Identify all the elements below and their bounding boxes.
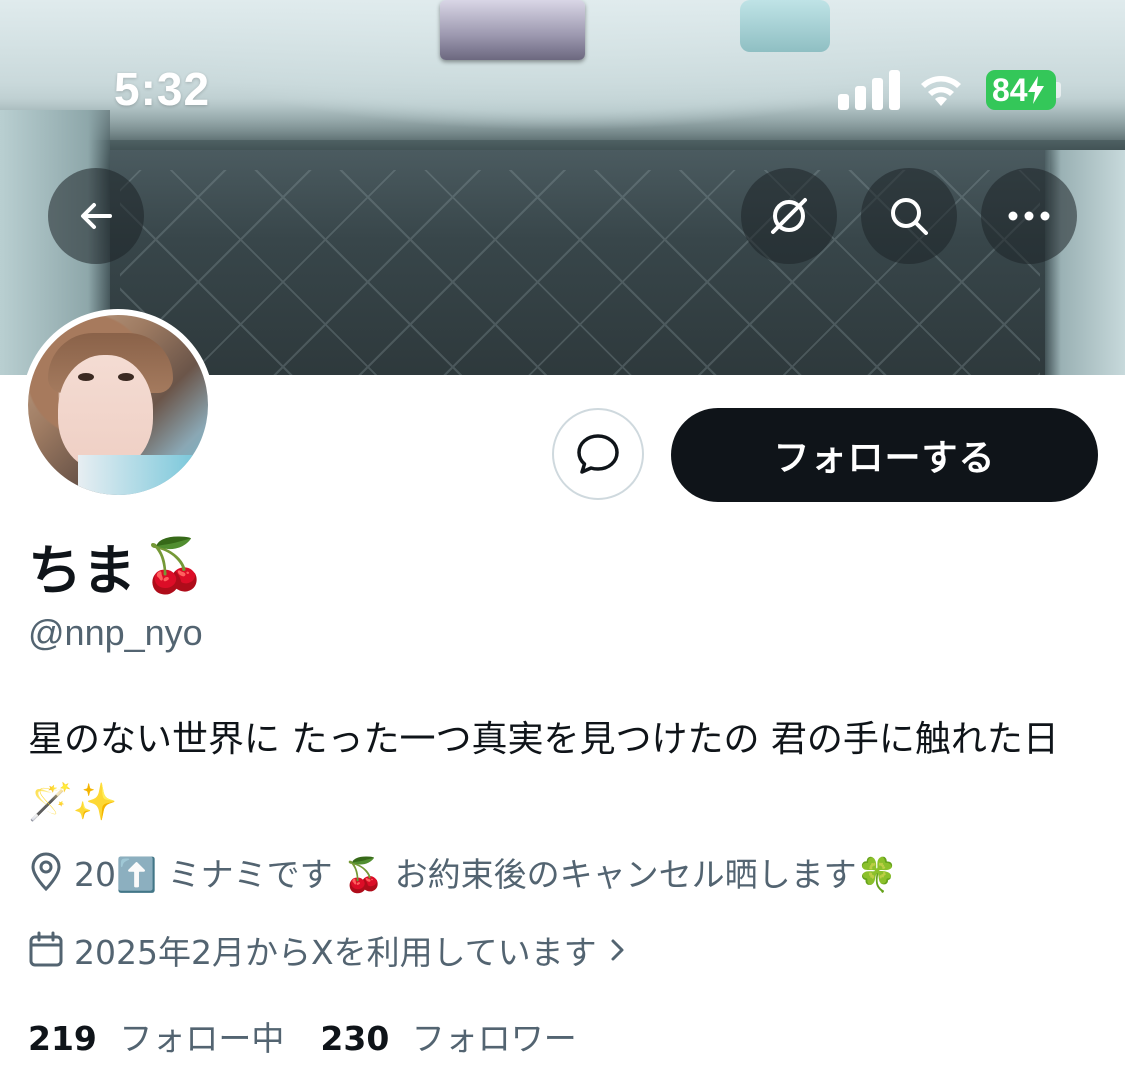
- back-button[interactable]: [48, 168, 144, 264]
- following-label: フォロー中: [119, 1019, 285, 1058]
- message-button[interactable]: [552, 408, 644, 500]
- search-icon: [891, 198, 928, 235]
- battery-cap: [1056, 82, 1061, 98]
- avatar[interactable]: [22, 309, 214, 501]
- avatar-eye-right: [118, 373, 134, 381]
- cherry-icon: 🍒: [142, 535, 207, 596]
- message-bubble-icon: [577, 434, 619, 474]
- avatar-eye-left: [78, 373, 94, 381]
- joined-text: 2025年2月からXを利用しています: [74, 933, 597, 972]
- display-name: ちま: [28, 539, 136, 602]
- location-text: 20⬆️ ミナミです 🍒 お約束後のキャンセル晒します🍀: [74, 855, 898, 894]
- chevron-right-icon: [611, 939, 624, 961]
- cellular-signal-icon: [838, 70, 900, 110]
- display-name-row: ちま 🍒: [28, 526, 207, 605]
- location-pin-icon: [31, 852, 61, 892]
- battery-level: 84: [992, 72, 1028, 108]
- followers-link[interactable]: 230 フォロワー: [320, 1012, 576, 1060]
- battery-indicator: 84: [986, 70, 1056, 110]
- more-button[interactable]: [981, 168, 1077, 264]
- user-handle: @nnp_nyo: [28, 612, 203, 653]
- arrow-left-icon: [81, 203, 112, 229]
- status-time: 5:32: [114, 63, 211, 115]
- calendar-icon: [29, 931, 63, 967]
- grok-button[interactable]: [741, 168, 837, 264]
- avatar-face: [58, 355, 153, 470]
- following-link[interactable]: 219 フォロー中: [28, 1012, 284, 1060]
- avatar-image: [28, 315, 208, 495]
- charging-bolt-icon: [1027, 76, 1044, 104]
- location-row: 20⬆️ ミナミです 🍒 お約束後のキャンセル晒します🍀: [28, 848, 898, 896]
- search-button[interactable]: [861, 168, 957, 264]
- wifi-icon: [921, 76, 961, 106]
- avatar-dress: [78, 455, 208, 495]
- slash-circle-icon: [771, 198, 807, 234]
- joined-row[interactable]: 2025年2月からXを利用しています: [28, 926, 627, 974]
- followers-label: フォロワー: [411, 1019, 577, 1058]
- follow-button[interactable]: フォローする: [671, 408, 1098, 502]
- followers-count: 230: [320, 1019, 390, 1058]
- more-horizontal-icon: [1008, 211, 1050, 221]
- follow-stats: 219 フォロー中 230 フォロワー: [28, 1012, 577, 1060]
- profile-bio: 星のない世界に たった一つ真実を見つけたの 君の手に触れた日🪄✨: [28, 719, 1059, 823]
- status-bar: 5:32 84: [0, 0, 1125, 130]
- following-count: 219: [28, 1019, 97, 1058]
